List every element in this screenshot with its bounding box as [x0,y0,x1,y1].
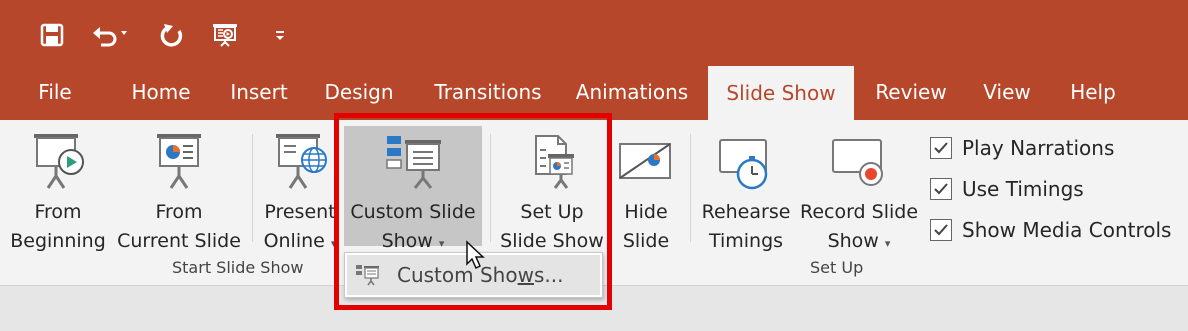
present-online-label-2: Online [263,230,325,252]
rehearse-label-1: Rehearse [701,201,791,223]
custom-shows-label-accelerator: w [517,263,534,287]
tab-help[interactable]: Help [1060,64,1126,120]
hide-slide-button[interactable]: Hide Slide [614,126,678,252]
custom-slide-show-label-2: Show [381,230,433,252]
chevron-down-icon: ▾ [884,237,891,250]
custom-shows-icon [355,263,381,287]
tab-review[interactable]: Review [868,64,954,120]
tab-design[interactable]: Design [316,64,402,120]
custom-shows-label-suffix: s... [533,263,564,287]
hide-slide-label-2: Slide [622,230,670,252]
show-media-controls-label: Show Media Controls [962,218,1172,242]
title-bar [0,0,1188,72]
undo-icon[interactable] [90,20,130,50]
show-media-controls-checkbox[interactable]: Show Media Controls [930,216,1171,244]
rehearse-label-2: Timings [708,230,784,252]
checkbox-checked-icon [930,219,952,241]
custom-shows-label-prefix: Custom Sho [397,263,518,287]
custom-slide-show-label-1: Custom Slide [350,201,476,223]
tab-view[interactable]: View [974,64,1040,120]
from-current-label-1: From [155,201,203,223]
group-label-set-up: Set Up [810,258,864,277]
group-separator [490,134,491,242]
from-current-slide-button[interactable]: From Current Slide [114,126,244,252]
group-separator [690,134,691,242]
start-from-beginning-icon[interactable] [208,20,242,50]
record-label-1: Record Slide [799,201,919,223]
tab-transitions[interactable]: Transitions [424,64,552,120]
save-icon[interactable] [36,20,68,50]
stopwatch-icon [714,130,778,198]
present-online-button[interactable]: Present Online ▾ [258,126,342,252]
tab-file[interactable]: File [20,64,90,120]
record-slide-show-button[interactable]: Record Slide Show ▾ [796,126,922,252]
hide-slide-label-1: Hide [624,201,668,223]
use-timings-checkbox[interactable]: Use Timings [930,175,1084,203]
presentation-chart-icon [147,130,211,198]
set-up-slide-show-icon [520,130,584,198]
group-separator [252,134,253,242]
tab-home[interactable]: Home [118,64,204,120]
play-narrations-checkbox[interactable]: Play Narrations [930,134,1114,162]
tab-insert[interactable]: Insert [222,64,296,120]
tab-slide-show[interactable]: Slide Show [708,66,854,120]
checkbox-checked-icon [930,178,952,200]
present-online-globe-icon [268,130,332,198]
set-up-slide-show-button[interactable]: Set Up Slide Show [496,126,608,252]
from-beginning-button[interactable]: From Beginning [6,126,110,252]
set-up-label-1: Set Up [520,201,584,223]
mouse-pointer-icon [465,240,487,274]
ribbon-tab-bar: File Home Insert Design Transitions Anim… [0,64,1188,120]
record-label-2: Show [827,230,879,252]
record-icon [827,130,891,198]
hide-slide-icon [614,130,678,198]
present-online-label-1: Present [264,201,336,223]
from-current-label-2: Current Slide [117,230,241,252]
customize-qat-icon[interactable] [270,20,290,50]
from-beginning-label-1: From [34,201,82,223]
use-timings-label: Use Timings [962,177,1084,201]
from-beginning-label-2: Beginning [10,230,106,252]
tab-animations[interactable]: Animations [568,64,696,120]
custom-slide-show-icon [381,130,445,198]
rehearse-timings-button[interactable]: Rehearse Timings [698,126,794,252]
group-label-start-slide-show: Start Slide Show [172,258,304,277]
chevron-down-icon: ▾ [330,237,337,250]
play-narrations-label: Play Narrations [962,136,1115,160]
presentation-play-icon [26,130,90,198]
redo-icon[interactable] [156,20,188,50]
chevron-down-icon: ▾ [438,237,445,250]
checkbox-checked-icon [930,137,952,159]
custom-slide-show-button[interactable]: Custom Slide Show ▾ [344,126,482,252]
